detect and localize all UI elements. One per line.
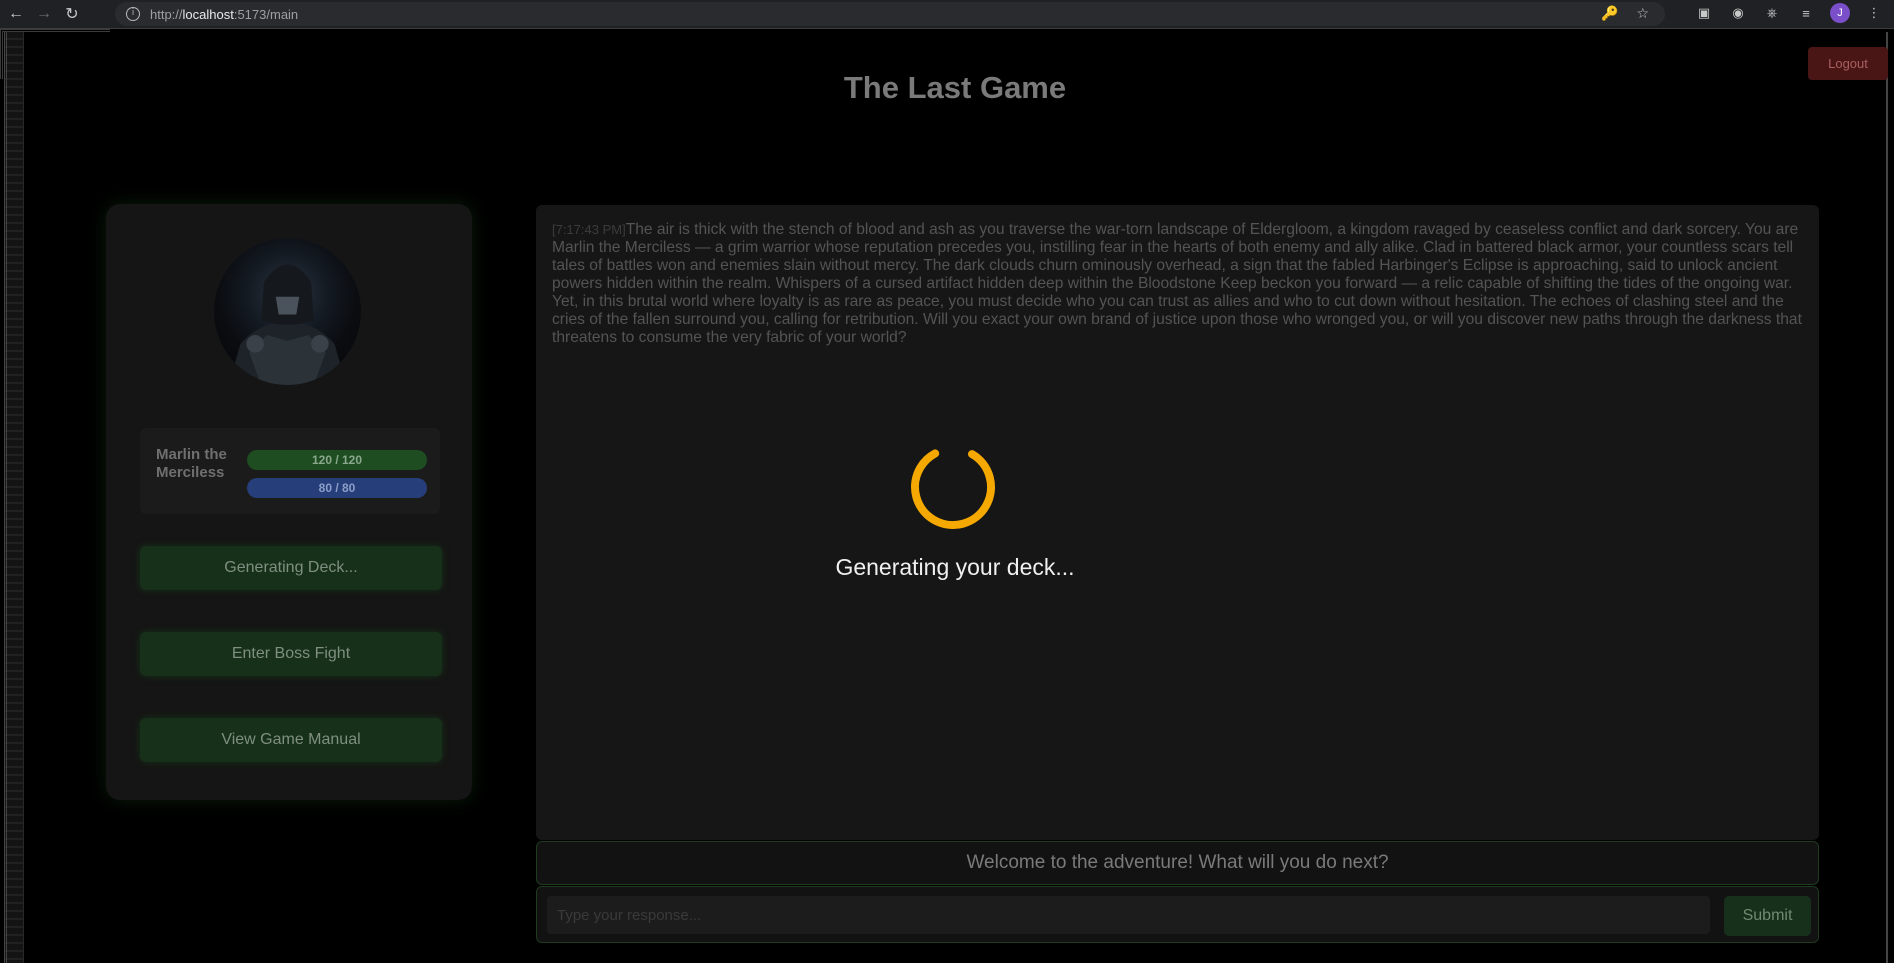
logout-button[interactable]: Logout [1808,47,1888,80]
puzzle-icon[interactable]: ⎈ [1762,3,1782,23]
boss-fight-button[interactable]: Enter Boss Fight [140,632,442,676]
loading-message: Generating your deck... [835,554,1075,580]
key-icon[interactable]: 🔑 [1601,5,1618,22]
story-log: [7:17:43 PM]The air is thick with the st… [536,205,1819,840]
forward-icon[interactable]: → [32,2,56,26]
page-title: The Last Game [843,70,1067,105]
mana-bar: 80 / 80 [247,478,427,498]
star-icon[interactable]: ☆ [1636,5,1649,22]
story-timestamp: [7:17:43 PM] [552,222,626,237]
health-bar: 120 / 120 [247,450,427,470]
game-manual-button[interactable]: View Game Manual [140,718,442,762]
profile-avatar[interactable]: J [1830,3,1850,23]
ornament-border-right [1886,32,1894,963]
response-input[interactable] [547,896,1710,934]
extension-icon[interactable]: ▣ [1694,3,1714,23]
loading-spinner-icon [911,445,995,529]
browser-toolbar: ← → ↻ i http://localhost:5173/main 🔑 ☆ ▣… [0,0,1894,29]
character-stats: Marlin the Merciless 120 / 120 80 / 80 [140,428,440,514]
menu-icon[interactable]: ⋮ [1864,3,1884,23]
character-panel: Marlin the Merciless 120 / 120 80 / 80 G… [106,204,472,800]
reading-list-icon[interactable]: ≡ [1796,3,1816,23]
character-name: Marlin the Merciless [156,446,227,481]
back-icon[interactable]: ← [4,2,28,26]
address-bar[interactable]: i http://localhost:5173/main 🔑 ☆ [115,2,1665,26]
ornament-border-left [4,32,24,963]
story-text: The air is thick with the stench of bloo… [552,221,1802,346]
story-entry: [7:17:43 PM]The air is thick with the st… [552,221,1802,347]
extension-off-icon[interactable]: ◉ [1728,3,1748,23]
site-info-icon[interactable]: i [126,7,140,21]
prompt-message: Welcome to the adventure! What will you … [536,841,1819,885]
url-text: http://localhost:5173/main [150,6,299,22]
character-portrait [214,238,361,385]
submit-button[interactable]: Submit [1724,896,1811,936]
reload-icon[interactable]: ↻ [60,2,84,26]
generate-deck-button[interactable]: Generating Deck... [140,546,442,590]
response-form: Submit [536,886,1819,943]
